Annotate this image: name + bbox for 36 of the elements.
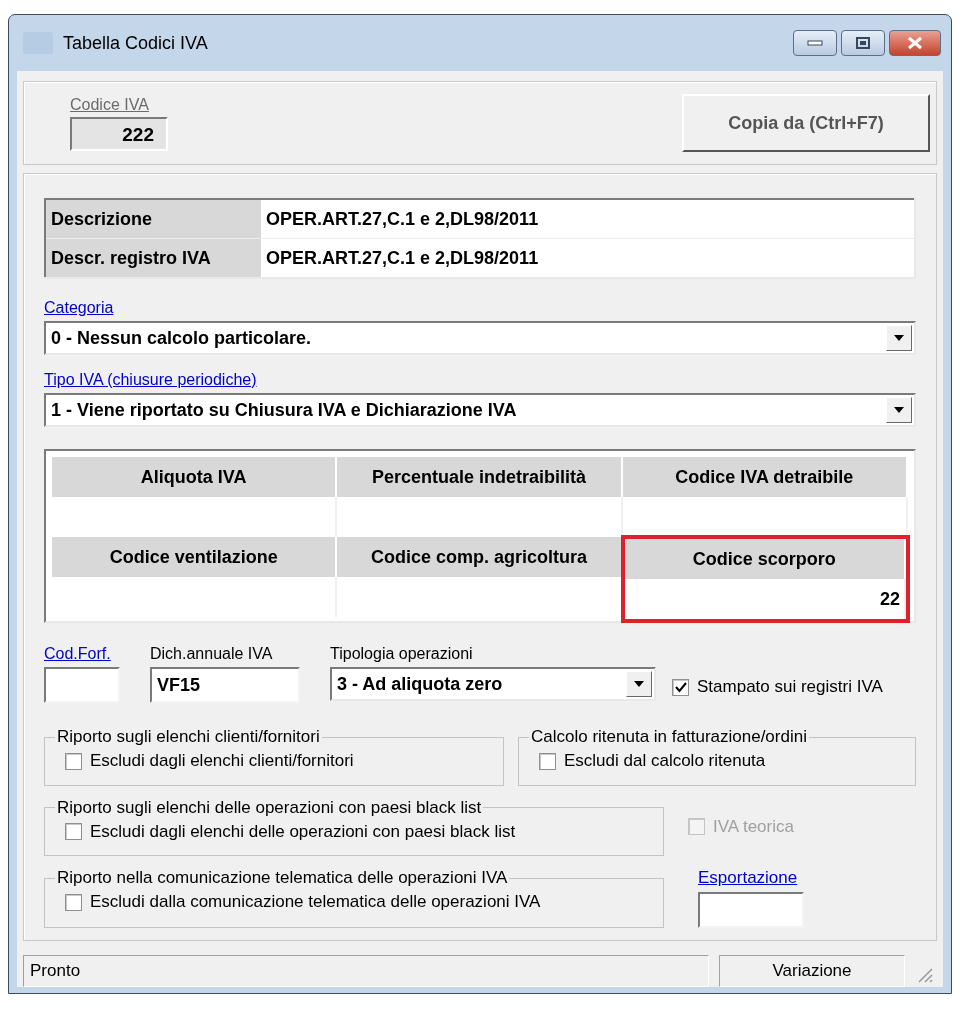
dropdown[interactable]: 3 - Ad aliquota zero — [330, 667, 656, 701]
group-title: Riporto nella comunicazione telematica delle operazioni IVA — [56, 868, 509, 888]
column-header: Codice scorporo — [624, 539, 906, 579]
export-link[interactable]: Esportazione — [698, 868, 916, 888]
dropdown[interactable]: 0 - Nessun calcolo particolare. — [44, 321, 916, 355]
category-link[interactable]: Categoria — [44, 299, 916, 317]
column-header: Codice comp. agricoltura — [337, 537, 623, 577]
status-message: Pronto — [23, 955, 709, 987]
checkbox-label: Escludi dagli elenchi delle operazioni con paesi black list — [90, 821, 516, 842]
column-header: Codice IVA detraibile — [622, 457, 908, 497]
code-field[interactable]: 222 — [70, 116, 168, 151]
table-cell[interactable]: OPER.ART.27,C.1 e 2,DL98/2011 — [261, 199, 915, 239]
input-field[interactable]: VF15 — [150, 667, 300, 703]
checkbox-label: Escludi dal calcolo ritenuta — [564, 751, 766, 771]
vat-type-link[interactable]: Tipo IVA (chiusure periodiche) — [44, 371, 916, 389]
dropdown[interactable]: 1 - Viene riportato su Chiusura IVA e Dichiarazione IVA — [44, 393, 916, 427]
field-label: Codice IVA — [70, 95, 150, 114]
window-title: Tabella Codici IVA — [63, 32, 209, 54]
field-label: Tipologia operazioni — [330, 645, 474, 663]
checkbox-label: Escludi dagli elenchi clienti/fornitori — [90, 751, 354, 771]
checkbox-label: Escludi dalla comunicazione telematica delle operazioni IVA — [90, 892, 541, 912]
table-cell[interactable]: OPER.ART.27,C.1 e 2,DL98/2011 — [261, 238, 915, 278]
checkbox-label: Stampato sui registri IVA — [697, 677, 883, 697]
group-title: Riporto sugli elenchi delle operazioni con paesi black list — [56, 797, 483, 818]
column-header: Percentuale indetraibilità — [337, 457, 623, 497]
field-label: Dich.annuale IVA — [150, 645, 274, 663]
column-header: Aliquota IVA — [52, 457, 338, 497]
column-header: Codice ventilazione — [52, 537, 338, 577]
copy-button[interactable]: Copia da (Ctrl+F7) — [682, 94, 930, 152]
group-title: Riporto sugli elenchi clienti/fornitori — [56, 727, 321, 747]
row-header: Descr. registro IVA — [45, 238, 261, 278]
status-mode: Variazione — [719, 955, 905, 987]
cod-forf-link[interactable]: Cod.Forf. — [44, 645, 120, 663]
checkbox-label: IVA teorica — [713, 816, 794, 837]
group-title: Calcolo ritenuta in fatturazione/ordini — [530, 727, 808, 747]
row-header: Descrizione — [45, 199, 261, 239]
